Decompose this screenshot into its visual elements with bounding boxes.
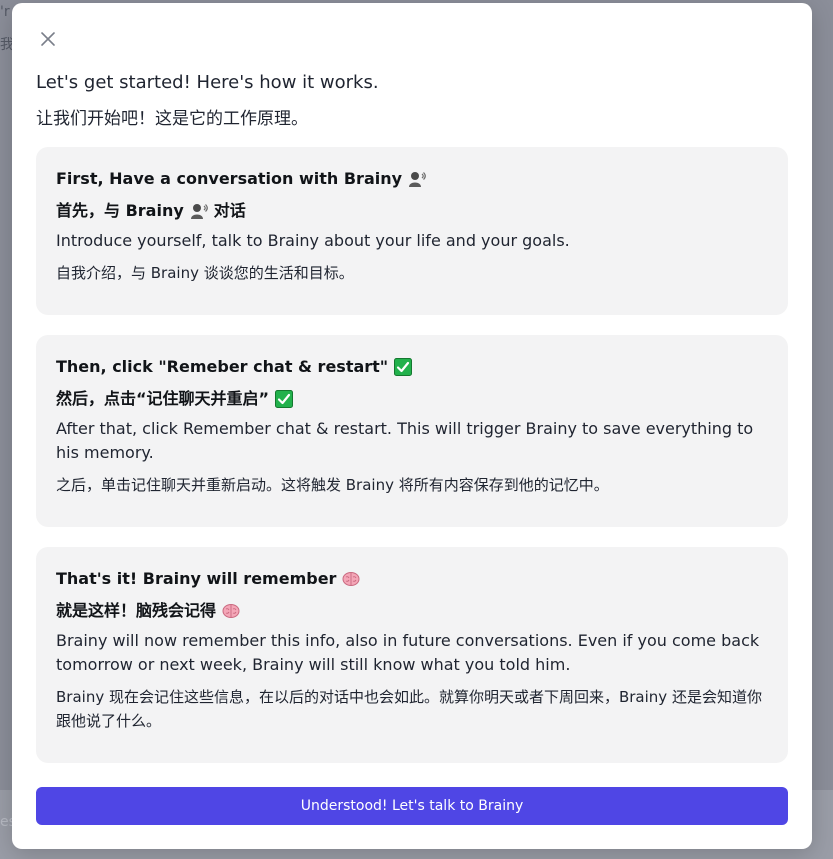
step-heading-zh: 然后，点击“记住聊天并重启” [56, 387, 768, 411]
step-card-remember: Then, click "Remeber chat & restart" 然后，… [36, 335, 788, 527]
step-card-done: That's it! Brainy will remember 就是这样！脑残会… [36, 547, 788, 763]
step-body-en: Brainy will now remember this info, also… [56, 631, 760, 674]
close-button[interactable] [36, 27, 60, 51]
step-body-en: After that, click Remember chat & restar… [56, 419, 754, 462]
step-heading-text: Then, click "Remeber chat & restart" [56, 357, 389, 376]
intro-heading-en: Let's get started! Here's how it works. [36, 72, 379, 93]
close-icon [41, 32, 55, 46]
step-heading-zh-text: 首先，与 Brainy [56, 201, 184, 220]
check-mark-icon [394, 358, 413, 376]
step-card-conversation: First, Have a conversation with Brainy 首… [36, 147, 788, 315]
understood-button[interactable]: Understood! Let's talk to Brainy [36, 787, 788, 825]
step-body-zh: 自我介绍，与 Brainy 谈谈您的生活和目标。 [56, 264, 354, 282]
step-heading-zh-text: 然后，点击“记住聊天并重启” [56, 389, 270, 408]
speaking-person-icon [190, 204, 208, 219]
step-heading-zh-text: 对话 [213, 201, 246, 220]
step-heading-zh: 就是这样！脑残会记得 [56, 599, 768, 623]
step-heading-en: First, Have a conversation with Brainy [56, 167, 768, 191]
onboarding-modal: Let's get started! Here's how it works. … [12, 3, 812, 849]
brain-icon [342, 572, 360, 586]
intro-heading-zh: 让我们开始吧！这是它的工作原理。 [36, 109, 308, 129]
speaking-person-icon [409, 172, 426, 187]
step-heading-zh: 首先，与 Brainy 对话 [56, 199, 768, 223]
step-heading-zh-text: 就是这样！脑残会记得 [56, 601, 217, 620]
step-body-en: Introduce yourself, talk to Brainy about… [56, 231, 570, 250]
step-heading-text: That's it! Brainy will remember [56, 569, 337, 588]
step-body-zh: 之后，单击记住聊天并重新启动。这将触发 Brainy 将所有内容保存到他的记忆中… [56, 476, 609, 494]
backdrop-text-fragment: 'r [0, 4, 10, 20]
step-body-zh: Brainy 现在会记住这些信息，在以后的对话中也会如此。就算你明天或者下周回来… [56, 688, 762, 730]
step-heading-text: First, Have a conversation with Brainy [56, 169, 403, 188]
step-heading-en: Then, click "Remeber chat & restart" [56, 355, 768, 379]
step-heading-en: That's it! Brainy will remember [56, 567, 768, 591]
brain-icon [222, 604, 240, 618]
check-mark-icon [275, 390, 294, 408]
